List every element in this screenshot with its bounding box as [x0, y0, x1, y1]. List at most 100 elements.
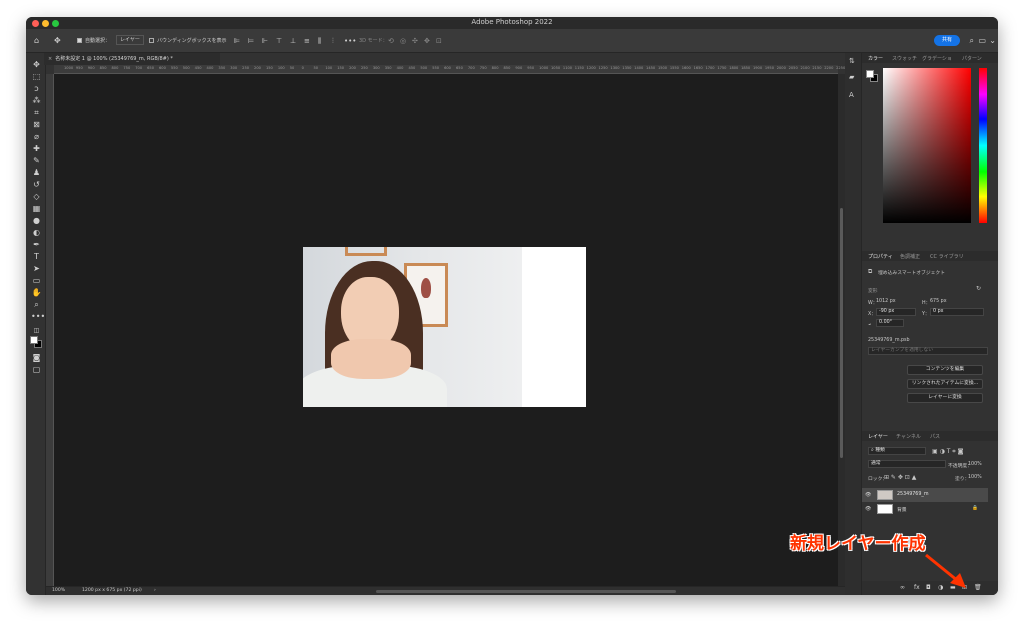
- tab-color[interactable]: カラー: [868, 55, 883, 62]
- rectangle-icon[interactable]: ▭: [31, 275, 42, 286]
- zoom-level[interactable]: 100%: [52, 588, 65, 593]
- tab-properties[interactable]: プロパティ: [868, 253, 893, 260]
- blend-mode-select[interactable]: 通常: [868, 460, 946, 468]
- zoom-icon[interactable]: ⌕: [31, 299, 42, 310]
- tab-swatches[interactable]: スウォッチ: [892, 55, 917, 62]
- color-panel-foreground-swatch[interactable]: [866, 70, 874, 78]
- tab-cc-libraries[interactable]: CC ライブラリ: [930, 253, 964, 260]
- convert-linked-button[interactable]: リンクされたアイテムに変換...: [907, 379, 983, 389]
- color-picker-field[interactable]: [883, 68, 971, 223]
- trash-icon[interactable]: 🗑: [974, 584, 982, 591]
- share-button[interactable]: 共有: [934, 35, 960, 46]
- hand-icon[interactable]: ✋: [31, 287, 42, 298]
- frame-icon[interactable]: ⊠: [31, 119, 42, 130]
- bounding-box-checkbox[interactable]: [149, 38, 154, 43]
- character-panel-icon[interactable]: A: [849, 91, 854, 99]
- slide-3d-icon[interactable]: ✥: [424, 36, 430, 46]
- reset-transform-icon[interactable]: ↻: [976, 285, 981, 292]
- more-options-icon[interactable]: •••: [344, 36, 356, 46]
- align-middle-icon[interactable]: ⊥: [290, 36, 296, 46]
- tab-layers[interactable]: レイヤー: [868, 433, 888, 440]
- blur-icon[interactable]: ●: [31, 215, 42, 226]
- workspace-menu-icon[interactable]: ⌄: [989, 36, 996, 46]
- auto-select-dropdown[interactable]: レイヤー: [116, 35, 144, 45]
- gradient-icon[interactable]: ▦: [31, 203, 42, 214]
- adjustment-layer-icon[interactable]: ◑: [938, 584, 943, 591]
- history-brush-icon[interactable]: ↺: [31, 179, 42, 190]
- add-mask-icon[interactable]: ◘: [926, 584, 931, 591]
- status-menu-icon[interactable]: ›: [154, 588, 156, 593]
- y-field[interactable]: 0 px: [930, 308, 984, 316]
- layer-filter-select[interactable]: ⌕ 種類: [868, 447, 926, 455]
- layer-comp-select[interactable]: レイヤーカンプを適用しない: [868, 347, 988, 355]
- move-tool-icon[interactable]: ✥: [31, 59, 42, 70]
- eye-icon[interactable]: 👁: [865, 492, 871, 498]
- path-select-icon[interactable]: ➤: [31, 263, 42, 274]
- home-icon[interactable]: ⌂: [34, 36, 39, 46]
- filter-icons[interactable]: ▣ ◑ T ⌗ ◙: [932, 448, 963, 456]
- vertical-scroll-thumb[interactable]: [840, 208, 843, 458]
- tab-paths[interactable]: パス: [930, 433, 940, 440]
- align-top-icon[interactable]: ⊤: [276, 36, 282, 46]
- crop-icon[interactable]: ⌗: [31, 107, 42, 118]
- default-colors-icon[interactable]: ◫: [31, 325, 42, 336]
- edit-toolbar-icon[interactable]: •••: [31, 311, 45, 322]
- tab-patterns[interactable]: パターン: [962, 55, 982, 62]
- distribute-v-icon[interactable]: ⫶: [332, 36, 334, 46]
- horizontal-scroll-thumb[interactable]: [376, 590, 676, 593]
- tab-gradients[interactable]: グラデーショ: [922, 55, 952, 62]
- foreground-color-swatch[interactable]: [30, 336, 38, 344]
- marquee-icon[interactable]: ⬚: [31, 71, 42, 82]
- layer-style-icon[interactable]: fx: [914, 584, 920, 591]
- history-panel-icon[interactable]: ⇅: [849, 57, 855, 65]
- x-field[interactable]: -90 px: [876, 308, 916, 316]
- roll-3d-icon[interactable]: ◎: [400, 36, 406, 46]
- tab-channels[interactable]: チャンネル: [896, 433, 921, 440]
- auto-select-checkbox[interactable]: [77, 38, 82, 43]
- magic-wand-icon[interactable]: ⁂: [31, 95, 42, 106]
- brush-icon[interactable]: ✎: [31, 155, 42, 166]
- edit-contents-button[interactable]: コンテンツを編集: [907, 365, 983, 375]
- screen-mode-icon[interactable]: ▢: [31, 364, 42, 375]
- vertical-scrollbar[interactable]: [838, 74, 845, 586]
- distribute-h-icon[interactable]: ⫼: [318, 36, 321, 46]
- healing-icon[interactable]: ✚: [31, 143, 42, 154]
- hue-slider[interactable]: [979, 68, 987, 223]
- eye-icon[interactable]: 👁: [865, 506, 871, 512]
- opacity-value[interactable]: 100%: [968, 462, 982, 467]
- scale-3d-icon[interactable]: ⊡: [436, 36, 442, 46]
- comments-panel-icon[interactable]: ▰: [849, 73, 854, 81]
- align-center-icon[interactable]: ⊨: [248, 36, 254, 46]
- eyedropper-icon[interactable]: ⌀: [31, 131, 42, 142]
- pen-icon[interactable]: ✒: [31, 239, 42, 250]
- quick-mask-icon[interactable]: ◙: [31, 352, 42, 363]
- dodge-icon[interactable]: ◐: [31, 227, 42, 238]
- width-value[interactable]: 1012 px: [876, 299, 896, 304]
- type-icon[interactable]: T: [31, 251, 42, 262]
- lasso-icon[interactable]: ↄ: [31, 83, 42, 94]
- align-left-icon[interactable]: ⊫: [234, 36, 240, 46]
- distribute-icon[interactable]: ≡: [304, 36, 310, 46]
- search-icon[interactable]: ⌕: [970, 36, 974, 46]
- convert-to-layers-button[interactable]: レイヤーに変換: [907, 393, 983, 403]
- pan-3d-icon[interactable]: ✣: [412, 36, 418, 46]
- layer-row[interactable]: 👁 25349769_m: [862, 488, 988, 502]
- fill-value[interactable]: 100%: [968, 475, 982, 480]
- link-layers-icon[interactable]: ∞: [900, 584, 905, 591]
- eraser-icon[interactable]: ◇: [31, 191, 42, 202]
- orbit-3d-icon[interactable]: ⟲: [388, 36, 394, 46]
- folder-icon[interactable]: ▬: [950, 584, 956, 591]
- height-value[interactable]: 675 px: [930, 299, 947, 304]
- stamp-icon[interactable]: ♟: [31, 167, 42, 178]
- lock-icons[interactable]: ⊞ ✎ ✥ ⊡ ▲: [884, 474, 916, 481]
- move-tool-icon[interactable]: ✥: [54, 36, 61, 46]
- angle-field[interactable]: 0.00°: [876, 319, 904, 327]
- document-image[interactable]: [303, 247, 586, 407]
- new-layer-icon[interactable]: ⊞: [962, 584, 967, 591]
- close-tab-icon[interactable]: ×: [48, 56, 52, 62]
- layer-row[interactable]: 👁 背景 🔒: [862, 502, 988, 516]
- workspace-icon[interactable]: ▭: [978, 36, 986, 46]
- document-tab[interactable]: × 名称未設定 1 @ 100% (25349769_m, RGB/8#) *: [44, 53, 220, 65]
- align-right-icon[interactable]: ⊩: [262, 36, 268, 46]
- tab-adjustments[interactable]: 色調補正: [900, 253, 920, 260]
